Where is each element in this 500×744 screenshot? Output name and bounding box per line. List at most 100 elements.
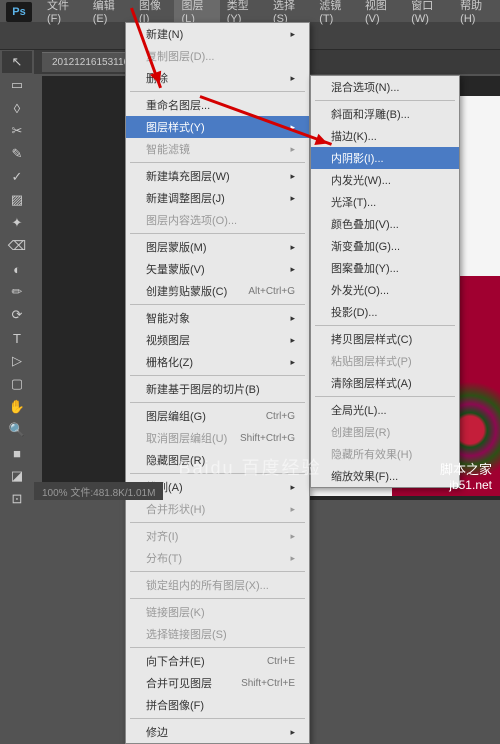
menu-item[interactable]: 删除 [126, 67, 309, 89]
menu-item[interactable]: 智能对象 [126, 307, 309, 329]
menu-0[interactable]: 文件(F) [40, 0, 86, 28]
menu-item[interactable]: 斜面和浮雕(B)... [311, 103, 459, 125]
menu-item[interactable]: 内发光(W)... [311, 169, 459, 191]
tool-7[interactable]: ✦ [2, 212, 32, 234]
tool-3[interactable]: ✂ [2, 120, 32, 142]
menu-item: 智能滤镜 [126, 138, 309, 160]
menu-item-label: 拷贝图层样式(C) [331, 331, 412, 347]
menu-item[interactable]: 投影(D)... [311, 301, 459, 323]
tool-13[interactable]: ▷ [2, 350, 32, 372]
menu-item: 选择链接图层(S) [126, 623, 309, 645]
menu-item[interactable]: 新建基于图层的切片(B) [126, 378, 309, 400]
menu-item-label: 缩放效果(F)... [331, 468, 398, 484]
tool-8[interactable]: ⌫ [2, 235, 32, 257]
menu-item[interactable]: 颜色叠加(V)... [311, 213, 459, 235]
menu-item: 分布(T) [126, 547, 309, 569]
menu-item-label: 合并形状(H) [146, 501, 205, 517]
status-bar: 100% 文件:481.8K/1.01M [34, 482, 163, 500]
tool-4[interactable]: ✎ [2, 143, 32, 165]
shortcut: Ctrl+G [266, 411, 295, 422]
tool-0[interactable]: ↖ [2, 51, 32, 73]
menu-item-label: 粘贴图层样式(P) [331, 353, 412, 369]
menu-item: 链接图层(K) [126, 601, 309, 623]
menu-item-label: 复制图层(D)... [146, 48, 214, 64]
menu-item[interactable]: 栅格化(Z) [126, 351, 309, 373]
menu-item[interactable]: 缩放效果(F)... [311, 465, 459, 487]
tool-10[interactable]: ✏ [2, 281, 32, 303]
separator [130, 571, 305, 572]
menu-item[interactable]: 图层样式(Y) [126, 116, 309, 138]
layer-menu: 新建(N) 复制图层(D)... 删除重命名图层...图层样式(Y)智能滤镜新建填充… [125, 22, 310, 744]
menu-item-label: 创建剪贴蒙版(C) [146, 283, 227, 299]
menu-item-label: 链接图层(K) [146, 604, 205, 620]
menu-item[interactable]: 修边 [126, 721, 309, 743]
tool-2[interactable]: ◊ [2, 97, 32, 119]
menu-item[interactable]: 全局光(L)... [311, 399, 459, 421]
menu-item: 复制图层(D)... [126, 45, 309, 67]
menu-item[interactable]: 混合选项(N)... [311, 76, 459, 98]
menu-item: 合并形状(H) [126, 498, 309, 520]
menu-item-label: 视频图层 [146, 332, 190, 348]
menu-item[interactable]: 视频图层 [126, 329, 309, 351]
watermark-side: 脚本之家 jb51.net [440, 459, 492, 492]
menu-item[interactable]: 拷贝图层样式(C) [311, 328, 459, 350]
menu-item-label: 智能对象 [146, 310, 190, 326]
menu-item[interactable]: 图层蒙版(M) [126, 236, 309, 258]
tool-16[interactable]: 🔍 [2, 419, 32, 441]
tool-6[interactable]: ▨ [2, 189, 32, 211]
menu-item[interactable]: 渐变叠加(G)... [311, 235, 459, 257]
menu-item[interactable]: 光泽(T)... [311, 191, 459, 213]
menu-6[interactable]: 滤镜(T) [312, 0, 358, 28]
separator [130, 718, 305, 719]
menu-item[interactable]: 外发光(O)... [311, 279, 459, 301]
menu-item-label: 拼合图像(F) [146, 697, 204, 713]
tool-14[interactable]: ▢ [2, 373, 32, 395]
tool-1[interactable]: ▭ [2, 74, 32, 96]
menu-item[interactable]: 拼合图像(F) [126, 694, 309, 716]
menu-item[interactable]: 图案叠加(Y)... [311, 257, 459, 279]
menu-item[interactable]: 新建(N) [126, 23, 309, 45]
menu-item-label: 删除 [146, 70, 168, 86]
menu-item-label: 图案叠加(Y)... [331, 260, 399, 276]
menu-item-label: 全局光(L)... [331, 402, 387, 418]
app-icon: Ps [6, 2, 32, 22]
menu-item: 锁定组内的所有图层(X)... [126, 574, 309, 596]
menu-8[interactable]: 窗口(W) [404, 0, 453, 28]
tool-17[interactable]: ■ [2, 442, 32, 464]
menu-item[interactable]: 创建剪贴蒙版(C)Alt+Ctrl+G [126, 280, 309, 302]
menu-item-label: 锁定组内的所有图层(X)... [146, 577, 269, 593]
menu-item-label: 选择链接图层(S) [146, 626, 227, 642]
menu-item[interactable]: 新建填充图层(W) [126, 165, 309, 187]
menu-item[interactable]: 新建调整图层(J) [126, 187, 309, 209]
tool-18[interactable]: ◪ [2, 465, 32, 487]
menu-9[interactable]: 帮助(H) [453, 0, 500, 28]
tool-15[interactable]: ✋ [2, 396, 32, 418]
tool-12[interactable]: T [2, 327, 32, 349]
menu-item[interactable]: 图层编组(G)Ctrl+G [126, 405, 309, 427]
tool-9[interactable]: ◐ [2, 258, 32, 280]
menu-item: 图层内容选项(O)... [126, 209, 309, 231]
menu-item-label: 描边(K)... [331, 128, 377, 144]
menu-item[interactable]: 矢量蒙版(V) [126, 258, 309, 280]
menu-item[interactable]: 向下合并(E)Ctrl+E [126, 650, 309, 672]
tool-11[interactable]: ⟳ [2, 304, 32, 326]
tool-19[interactable]: ⊡ [2, 488, 32, 510]
toolbar: ↖▭◊✂✎✓▨✦⌫◐✏⟳T▷▢✋🔍■◪⊡ [0, 50, 34, 511]
menu-item-label: 合并可见图层 [146, 675, 212, 691]
menu-item-label: 修边 [146, 724, 168, 740]
menu-item[interactable]: 合并可见图层Shift+Ctrl+E [126, 672, 309, 694]
tool-5[interactable]: ✓ [2, 166, 32, 188]
separator [130, 402, 305, 403]
menu-item[interactable]: 重命名图层... [126, 94, 309, 116]
separator [130, 375, 305, 376]
menu-7[interactable]: 视图(V) [358, 0, 404, 28]
menu-item: 取消图层编组(U)Shift+Ctrl+G [126, 427, 309, 449]
menu-item: 隐藏所有效果(H) [311, 443, 459, 465]
menu-item[interactable]: 描边(K)... [311, 125, 459, 147]
menu-item-label: 外发光(O)... [331, 282, 389, 298]
menu-item-label: 内阴影(I)... [331, 150, 384, 166]
menu-item-label: 创建图层(R) [331, 424, 390, 440]
menu-item[interactable]: 内阴影(I)... [311, 147, 459, 169]
shortcut: Ctrl+E [267, 656, 295, 667]
menu-item[interactable]: 清除图层样式(A) [311, 372, 459, 394]
